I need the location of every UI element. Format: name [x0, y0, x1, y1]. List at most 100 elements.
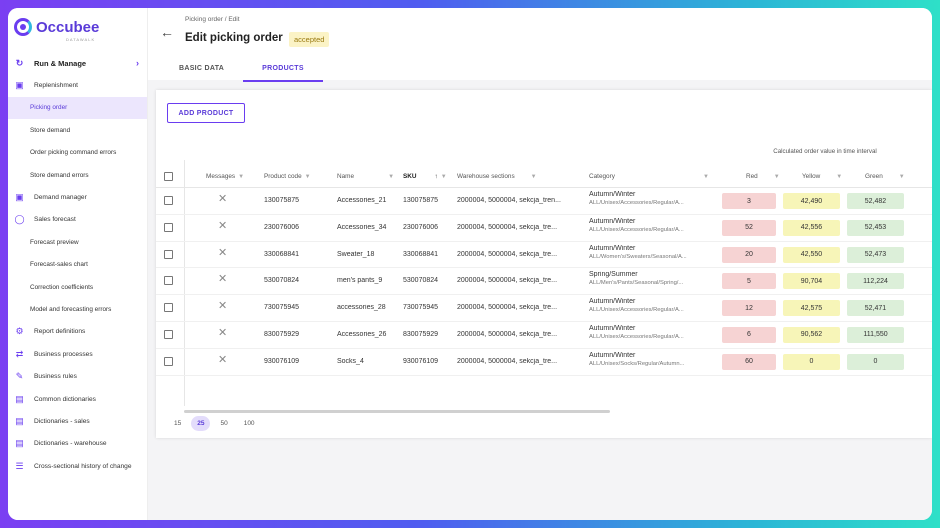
row-checkbox[interactable]: [164, 196, 173, 205]
cell-name: accessories_28: [337, 304, 386, 312]
sidebar-item-label: Forecast preview: [30, 238, 79, 246]
sidebar-item-order-picking-command-errors[interactable]: Order picking command errors: [8, 142, 147, 164]
category-path: ALL/Unisex/Accessories/Regular/A...: [589, 307, 684, 314]
sidebar-item-label: Model and forecasting errors: [30, 305, 112, 313]
sidebar-item-label: Store demand: [30, 126, 71, 134]
cell-product-code: 530070824: [264, 277, 300, 285]
sidebar-item-cross-sectional-history-of-change[interactable]: ☰ Cross-sectional history of change: [8, 455, 147, 477]
filter-icon[interactable]: ▼: [899, 174, 905, 180]
col-sku[interactable]: SKU ↑ ▼: [403, 173, 447, 180]
filter-icon[interactable]: ▼: [388, 174, 394, 180]
filter-icon[interactable]: ▼: [836, 174, 842, 180]
table-row[interactable]: ✕ 230076006 Accessories_34 230076006 2000004…: [156, 215, 932, 242]
logo-icon: [14, 18, 32, 36]
green-value-pill: 52,453: [847, 219, 904, 236]
filter-icon[interactable]: ▼: [703, 174, 709, 180]
close-icon: ✕: [218, 246, 228, 259]
row-checkbox[interactable]: [164, 356, 173, 366]
sidebar-item-store-demand-errors[interactable]: Store demand errors: [8, 164, 147, 186]
row-checkbox[interactable]: [164, 329, 173, 339]
row-checkbox[interactable]: [164, 249, 173, 259]
sidebar-item-business-rules[interactable]: ✎ Business rules: [8, 365, 147, 387]
sidebar-item-forecast-preview[interactable]: Forecast preview: [8, 231, 147, 253]
sidebar-item-demand-manager[interactable]: ▣ Demand manager: [8, 186, 147, 208]
table-row[interactable]: ✕ 730075945 accessories_28 730075945 2000004…: [156, 295, 932, 322]
category-name: Autumn/Winter: [589, 298, 636, 306]
col-name[interactable]: Name ▼: [337, 173, 394, 180]
table-body: ✕ 130075875 Accessories_21 130075875 2000004…: [156, 188, 932, 376]
logo[interactable]: Occubee: [8, 8, 147, 40]
sidebar-item-label: Correction coefficients: [30, 283, 94, 291]
yellow-value-pill: 0: [783, 353, 840, 370]
cell-category: Autumn/Winter ALL/Unisex/Socks/Regular/Au…: [589, 352, 717, 367]
sidebar-item-model-and-forecasting-errors[interactable]: Model and forecasting errors: [8, 298, 147, 320]
sidebar-item-dictionaries-sales[interactable]: ▤ Dictionaries - sales: [8, 410, 147, 432]
cell-product-code: 130075875: [264, 197, 300, 204]
sidebar: Occubee DATAWALK ↻ Run & Manage › ▣ Replenis…: [8, 8, 148, 520]
cell-warehouse-sections: 2000004, 5000004, sekcja_tre...: [457, 277, 558, 285]
col-warehouse-sections[interactable]: Warehouse sections ▼: [457, 173, 537, 180]
cell-sku: 330068841: [403, 250, 439, 258]
sidebar-item-label: Sales forecast: [34, 216, 76, 224]
col-green[interactable]: Green ▼: [865, 173, 905, 180]
back-arrow-icon[interactable]: ←: [160, 24, 174, 40]
select-all-checkbox[interactable]: [164, 172, 173, 181]
table-row[interactable]: ✕ 830075929 Accessories_26 830075929 2000004…: [156, 322, 932, 349]
sidebar-item-dictionaries-warehouse[interactable]: ▤ Dictionaries - warehouse: [8, 433, 147, 455]
sidebar-item-correction-coefficients[interactable]: Correction coefficients: [8, 276, 147, 298]
logo-text: Occubee: [36, 18, 100, 36]
sync-icon: ↻: [15, 57, 24, 68]
filter-icon[interactable]: ▼: [531, 174, 537, 180]
col-yellow[interactable]: Yellow ▼: [802, 173, 842, 180]
sidebar-item-run-manage[interactable]: ↻ Run & Manage ›: [8, 52, 147, 74]
row-checkbox[interactable]: [164, 303, 173, 313]
page-size-15[interactable]: 15: [168, 416, 187, 431]
page-size-100[interactable]: 100: [238, 416, 261, 431]
sort-arrow-up-icon[interactable]: ↑: [435, 173, 438, 180]
col-category-label: Category: [589, 173, 615, 180]
col-red[interactable]: Red ▼: [746, 173, 780, 180]
row-checkbox[interactable]: [164, 276, 173, 286]
table-row[interactable]: ✕ 530070824 men's pants_9 530070824 2000004,…: [156, 268, 932, 296]
add-product-button[interactable]: ADD PRODUCT: [167, 103, 245, 123]
col-messages[interactable]: Messages ▼: [206, 173, 244, 180]
page-size-25[interactable]: 25: [191, 415, 211, 431]
cell-name: men's pants_9: [337, 277, 383, 285]
cell-product-code: 230076006: [264, 223, 300, 231]
sidebar-item-common-dictionaries[interactable]: ▤ Common dictionaries: [8, 388, 147, 410]
sidebar-item-label: Demand manager: [34, 194, 87, 202]
sidebar-item-business-processes[interactable]: ⇄ Business processes: [8, 343, 147, 365]
cell-name: Accessories_34: [337, 223, 387, 231]
briefcase-icon: ▣: [15, 80, 24, 91]
cell-sku: 830075929: [403, 330, 439, 338]
filter-icon[interactable]: ▼: [238, 174, 244, 180]
page-size-50[interactable]: 50: [214, 416, 233, 431]
sidebar-item-label: Dictionaries - warehouse: [34, 440, 107, 448]
cell-name: Accessories_26: [337, 330, 387, 338]
filter-icon[interactable]: ▼: [441, 174, 447, 180]
green-value-pill: 52,471: [847, 300, 904, 317]
sidebar-item-label: Report definitions: [34, 328, 86, 336]
tab-products[interactable]: PRODUCTS: [243, 58, 323, 82]
col-product-code[interactable]: Product code ▼: [264, 173, 311, 180]
chevron-right-icon[interactable]: ›: [136, 58, 139, 68]
filter-icon[interactable]: ▼: [305, 174, 311, 180]
table-row[interactable]: ✕ 930076109 Socks_4 930076109 2000004, 50000…: [156, 349, 932, 376]
sidebar-item-store-demand[interactable]: Store demand: [8, 119, 147, 141]
sidebar-item-sales-forecast[interactable]: ◯ Sales forecast: [8, 209, 147, 231]
sidebar-item-report-definitions[interactable]: ⚙ Report definitions: [8, 321, 147, 343]
sidebar-item-forecast-sales-chart[interactable]: Forecast-sales chart: [8, 254, 147, 276]
category-path: ALL/Unisex/Accessories/Regular/A...: [589, 333, 684, 340]
cell-warehouse-sections: 2000004, 5000004, sekcja_tre...: [457, 223, 558, 231]
table-row[interactable]: ✕ 330068841 Sweater_18 330068841 2000004, 50…: [156, 242, 932, 269]
filter-icon[interactable]: ▼: [774, 174, 780, 180]
row-checkbox[interactable]: [164, 222, 173, 232]
table-row[interactable]: ✕ 130075875 Accessories_21 130075875 2000004…: [156, 188, 932, 215]
col-category[interactable]: Category ▼: [589, 173, 709, 180]
close-icon: ✕: [218, 353, 228, 366]
tab-basic-data[interactable]: BASIC DATA: [160, 58, 243, 82]
sidebar-item-replenishment[interactable]: ▣ Replenishment: [8, 74, 147, 96]
cell-warehouse-sections: 2000004, 5000004, sekcja_tren...: [457, 197, 561, 204]
sidebar-item-label: Run & Manage: [34, 58, 87, 68]
sidebar-item-picking-order[interactable]: Picking order: [8, 96, 147, 120]
